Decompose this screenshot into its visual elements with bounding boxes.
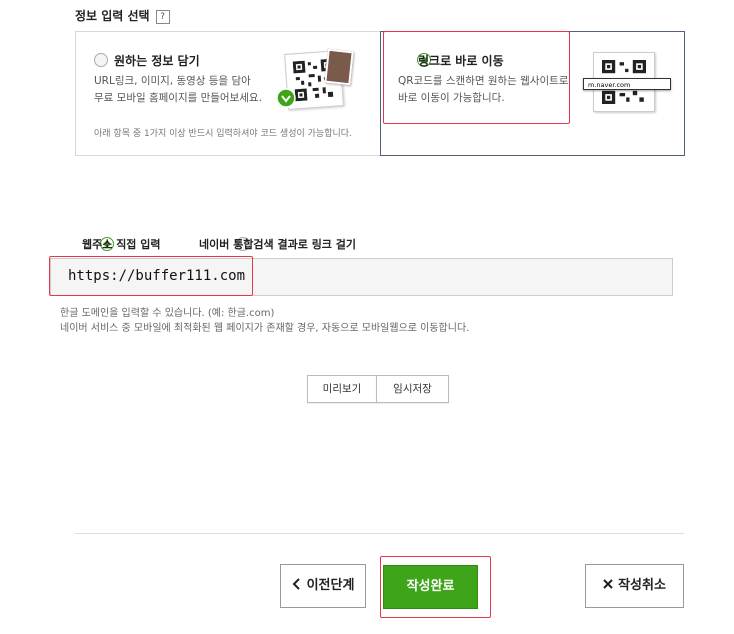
option-info-desc-line2: 무료 모바일 홈페이지를 만들어보세요. [94,92,262,104]
download-check-icon [276,88,296,108]
option-info-note: 아래 항목 중 1가지 이상 반드시 입력하셔야 코드 생성이 가능합니다. [94,129,352,139]
photo-thumb [324,48,354,86]
option-link-desc-line2: 바로 이동이 가능합니다. [398,92,505,104]
highlight-url-input [49,256,253,296]
preview-button[interactable]: 미리보기 [307,375,377,403]
hint-korean-domain: 한글 도메인을 입력할 수 있습니다. (예: 한글.com) [60,308,275,319]
url-bar-thumb: m.naver.com [583,78,671,90]
option-link-title: 링크로 바로 이동 [418,54,504,68]
close-icon [603,579,613,589]
help-icon[interactable]: ? [155,10,170,24]
qr-illustration-link: m.naver.com [583,48,673,114]
section-title-text: 정보 입력 선택 [75,9,150,23]
hint-mobile-redirect: 네이버 서비스 중 모바일에 최적화된 웹 페이지가 존재할 경우, 자동으로 … [60,323,470,334]
prev-step-button[interactable]: 이전단계 [280,564,366,608]
option-info-title: 원하는 정보 담기 [114,54,200,68]
section-title: 정보 입력 선택? [75,7,170,24]
chevron-left-icon [292,578,300,590]
option-info-desc-line1: URL링크, 이미지, 동영상 등을 담아 [94,75,251,87]
radio-direct-url-label[interactable]: 웹주소 직접 입력 [82,236,161,252]
save-draft-button[interactable]: 임시저장 [376,375,449,403]
radio-naver-search-label[interactable]: 네이버 통합검색 결과로 링크 걸기 [199,236,356,252]
radio-info[interactable] [94,53,108,67]
cancel-label: 작성취소 [618,578,666,593]
url-bar-thumb-text: m.naver.com [588,81,631,89]
option-info-desc: URL링크, 이미지, 동영상 등을 담아 무료 모바일 홈페이지를 만들어보세… [94,73,262,107]
qr-illustration-info [276,48,354,112]
divider [75,533,684,534]
option-link-desc-line1: QR코드를 스캔하면 원하는 웹사이트로 [398,75,569,87]
highlight-complete-button [380,556,491,618]
prev-step-label: 이전단계 [306,578,355,593]
option-link-desc: QR코드를 스캔하면 원하는 웹사이트로 바로 이동이 가능합니다. [398,73,568,107]
cancel-button[interactable]: 작성취소 [585,564,684,608]
